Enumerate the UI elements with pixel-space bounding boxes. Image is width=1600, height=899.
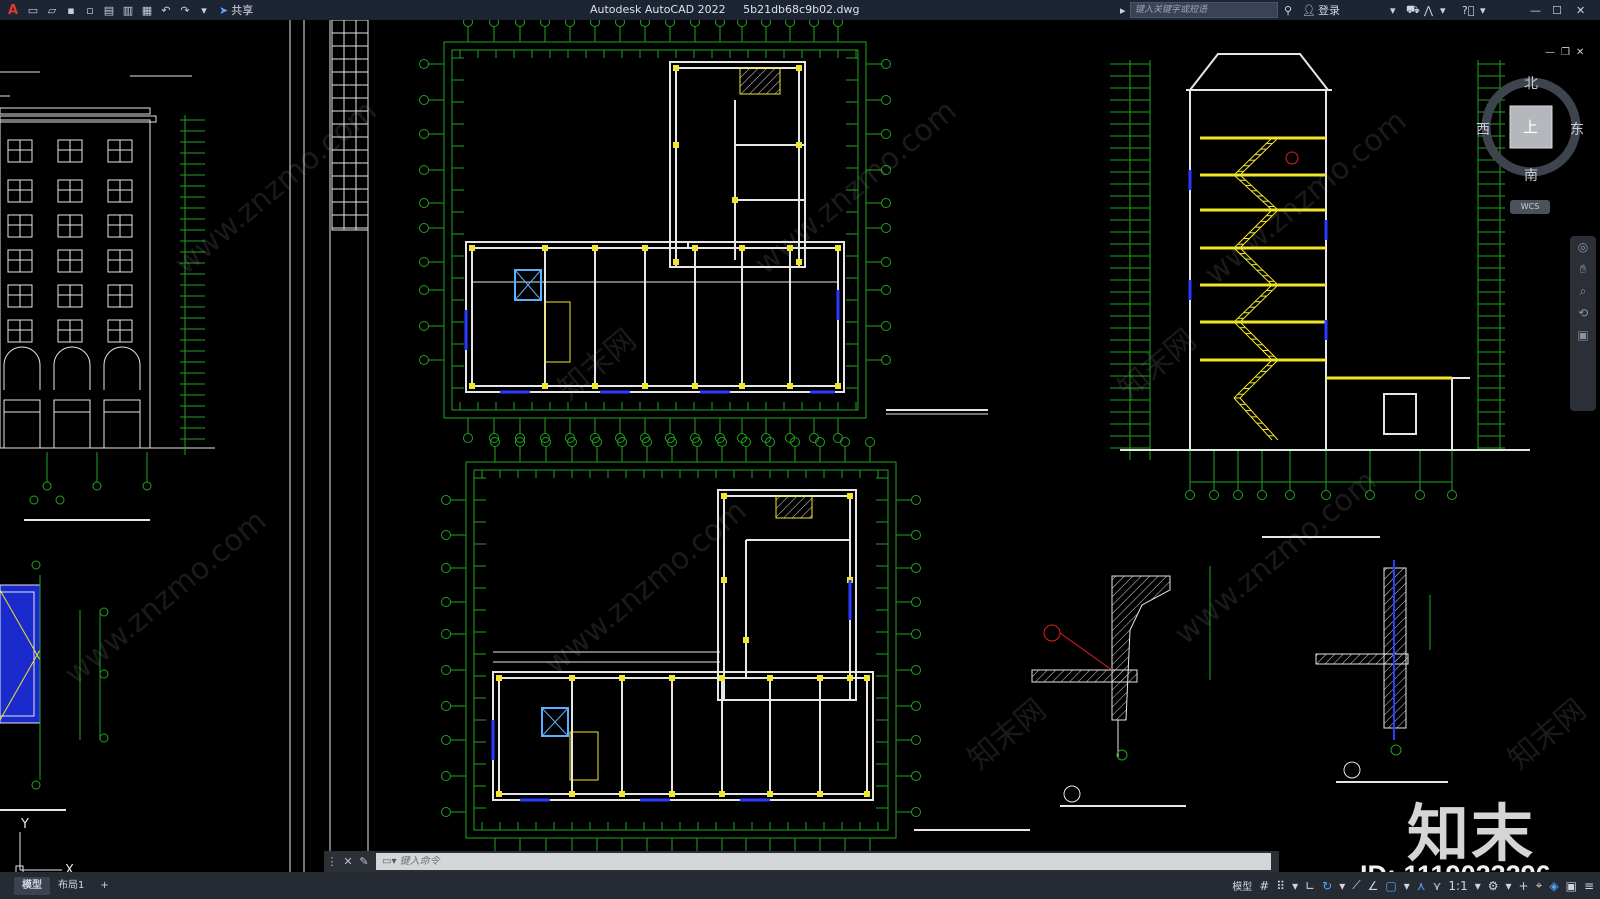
model-space-button[interactable]: 模型 <box>1232 878 1252 893</box>
search-icon[interactable]: ⚲ <box>1284 2 1292 18</box>
command-line: ⋮ ✕ ✎ ▭▾ 键入命令 <box>324 851 1279 872</box>
watermark-id: ID: 1119023296 <box>1360 860 1551 872</box>
navigation-bar: ◎ ✋︎ ⌕ ⟲ ▣ <box>1570 236 1596 411</box>
save-icon[interactable]: ▪ <box>63 2 79 18</box>
viewcube[interactable]: 北 南 东 西 上 <box>1476 72 1586 185</box>
isodraft-icon[interactable]: ⟋ <box>1352 878 1360 893</box>
maximize-icon[interactable]: ☐ <box>1552 2 1562 18</box>
title-bar: A ▭ ▱ ▪ ▫ ▤ ▥ ▦ ↶ ↷ ▾ ➤ 共享 Autodesk Auto… <box>0 0 1600 20</box>
share-plane-icon: ➤ <box>219 3 229 17</box>
snap-icon[interactable]: ⠿ <box>1276 879 1285 893</box>
app-name: Autodesk AutoCAD 2022 <box>590 3 726 16</box>
status-bar: 模型 布局1 + 模型 # ⠿ ▾ ∟ ↻ ▾ ⟋ ∠ ▢ ▾ ⋏ ⋎ 1:1 … <box>0 872 1600 899</box>
search-input[interactable]: 键入关键字或短语 <box>1130 2 1278 18</box>
plot-icon[interactable]: ▦ <box>139 2 155 18</box>
auto-scale-icon[interactable]: ⋎ <box>1433 879 1442 893</box>
plus-icon[interactable]: + <box>1519 879 1529 893</box>
grid-icon[interactable]: # <box>1259 879 1269 893</box>
viewport-minimize-icon[interactable]: — <box>1545 47 1555 58</box>
open-folder-icon[interactable]: ▱ <box>44 2 60 18</box>
roof-plan <box>0 560 109 811</box>
open-web-icon[interactable]: ▤ <box>101 2 117 18</box>
wcs-menu[interactable]: WCS <box>1510 200 1550 214</box>
object-snap-icon[interactable]: ▢ <box>1385 879 1396 893</box>
compass-east[interactable]: 东 <box>1570 119 1584 139</box>
add-layout-button[interactable]: + <box>92 877 116 895</box>
watermark-brand: 知末 <box>1407 797 1536 870</box>
polar-dropdown-icon[interactable]: ▾ <box>1339 879 1345 893</box>
app-logo[interactable]: A <box>4 2 22 18</box>
steering-wheel-icon[interactable]: ◎ <box>1570 236 1596 258</box>
elevation-dimensions <box>29 115 205 505</box>
isolate-objects-icon[interactable]: ⌖ <box>1536 878 1543 893</box>
help-dropdown-icon[interactable]: ▾ <box>1480 2 1486 18</box>
new-file-icon[interactable]: ▭ <box>25 2 41 18</box>
annotation-visibility-icon[interactable]: ⋏ <box>1417 879 1426 893</box>
viewcube-top-face[interactable]: 上 <box>1523 116 1538 137</box>
floor-plan-upper <box>419 20 988 443</box>
command-input[interactable]: ▭▾ 键入命令 <box>376 853 1271 870</box>
detail-cornice <box>1031 566 1211 807</box>
ucs-y-label: Y <box>20 817 29 832</box>
drawing-canvas[interactable]: Y X www.znzmo.com www.znzmo.com www.znzm… <box>0 20 1600 872</box>
share-button[interactable]: ➤ 共享 <box>219 2 253 18</box>
compass-north[interactable]: 北 <box>1524 73 1538 93</box>
grip-icon[interactable]: ⋮ <box>324 855 340 868</box>
viewport-close-icon[interactable]: ✕ <box>1576 47 1584 58</box>
login-dropdown-icon[interactable]: ▾ <box>1390 2 1396 18</box>
compass-south[interactable]: 南 <box>1524 165 1538 185</box>
snap-dropdown-icon[interactable]: ▾ <box>1292 879 1298 893</box>
annotation-scale-button[interactable]: 1:1 <box>1448 879 1467 893</box>
viewport-window-controls: — ❐ ✕ <box>1545 47 1584 58</box>
user-icon[interactable]: 👤︎ <box>1302 2 1316 18</box>
minimize-icon[interactable]: — <box>1530 2 1541 18</box>
ucs-x-label: X <box>65 863 74 872</box>
login-button[interactable]: 登录 <box>1318 2 1340 18</box>
customize-wrench-icon[interactable]: ✎ <box>356 855 372 868</box>
showmotion-icon[interactable]: ▣ <box>1570 324 1596 346</box>
redo-icon[interactable]: ↷ <box>177 2 193 18</box>
file-name: 5b21db68c9b02.dwg <box>743 3 860 16</box>
cart-icon[interactable]: ⛟ <box>1406 2 1420 18</box>
zoom-icon[interactable]: ⌕ <box>1570 280 1596 302</box>
building-section <box>1110 53 1530 538</box>
clean-screen-icon[interactable]: ▣ <box>1566 879 1577 893</box>
app-dropdown-icon[interactable]: ▾ <box>1440 2 1446 18</box>
tab-model[interactable]: 模型 <box>14 876 50 895</box>
command-history-icon[interactable]: ▭▾ <box>382 856 396 867</box>
quick-access-toolbar: A ▭ ▱ ▪ ▫ ▤ ▥ ▦ ↶ ↷ ▾ ➤ 共享 <box>0 0 253 20</box>
ortho-icon[interactable]: ∟ <box>1305 879 1315 893</box>
customize-dropdown-icon[interactable]: ▾ <box>196 2 212 18</box>
orbit-icon[interactable]: ⟲ <box>1570 302 1596 324</box>
save-web-icon[interactable]: ▥ <box>120 2 136 18</box>
command-placeholder: 键入命令 <box>399 856 440 867</box>
viewport-restore-icon[interactable]: ❐ <box>1561 47 1570 58</box>
object-snap-tracking-icon[interactable]: ∠ <box>1368 879 1379 893</box>
hardware-acceleration-icon[interactable]: ◈ <box>1549 879 1558 893</box>
status-tools: 模型 # ⠿ ▾ ∟ ↻ ▾ ⟋ ∠ ▢ ▾ ⋏ ⋎ 1:1 ▾ ⚙ ▾ + ⌖… <box>1232 872 1600 899</box>
scale-dropdown-icon[interactable]: ▾ <box>1475 879 1481 893</box>
search-expand-icon[interactable]: ▸ <box>1120 2 1126 18</box>
polar-tracking-icon[interactable]: ↻ <box>1322 879 1332 893</box>
detail-wall <box>1315 560 1448 783</box>
window-title: Autodesk AutoCAD 2022 5b21db68c9b02.dwg <box>590 3 874 16</box>
close-icon[interactable]: ✕ <box>1576 2 1585 18</box>
compass-west[interactable]: 西 <box>1476 119 1490 139</box>
pan-icon[interactable]: ✋︎ <box>1570 258 1596 280</box>
customization-menu-icon[interactable]: ≡ <box>1584 879 1594 893</box>
close-commandline-icon[interactable]: ✕ <box>340 855 356 868</box>
workspace-gear-icon[interactable]: ⚙ <box>1488 879 1499 893</box>
share-label: 共享 <box>231 4 254 17</box>
osnap-dropdown-icon[interactable]: ▾ <box>1404 879 1410 893</box>
undo-icon[interactable]: ↶ <box>158 2 174 18</box>
autodesk-app-icon[interactable]: ⋀ <box>1424 2 1433 18</box>
save-as-icon[interactable]: ▫ <box>82 2 98 18</box>
help-icon[interactable]: ?⃝ <box>1462 2 1474 18</box>
workspace-dropdown-icon[interactable]: ▾ <box>1506 879 1512 893</box>
tab-layout1[interactable]: 布局1 <box>50 877 92 895</box>
ucs-icon <box>15 832 62 872</box>
